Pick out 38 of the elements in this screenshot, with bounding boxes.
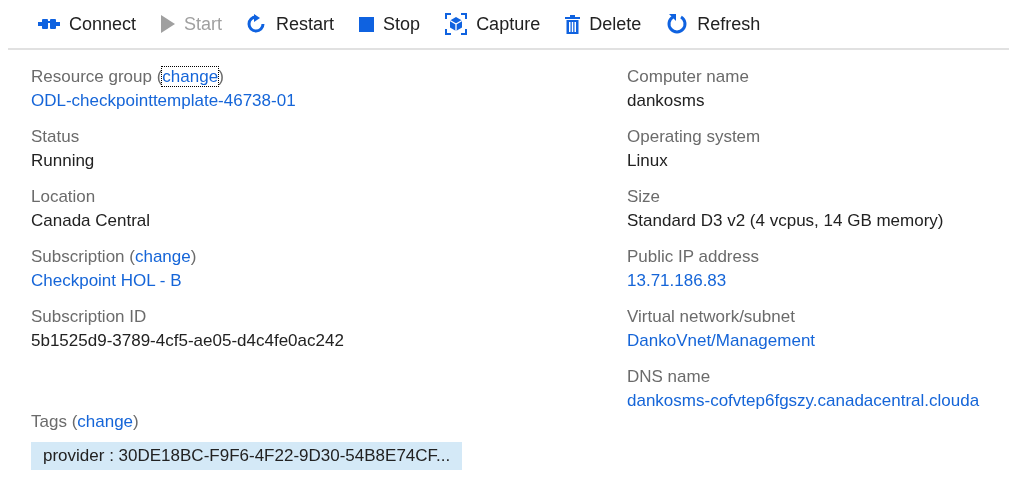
- restart-button[interactable]: Restart: [247, 13, 335, 35]
- play-icon: [161, 15, 176, 33]
- plug-icon: [38, 17, 60, 31]
- field-value: Linux: [627, 150, 668, 172]
- value-link[interactable]: dankosms-cofvtep6fgszy.canadacentral.clouda: [627, 389, 980, 413]
- field-label: Subscription ID: [31, 306, 147, 328]
- stop-icon: [359, 16, 375, 32]
- field-label: Location: [31, 186, 96, 208]
- change-link[interactable]: change: [134, 247, 191, 266]
- field-label: Status: [31, 126, 80, 148]
- field-label: Size: [627, 186, 661, 208]
- connect-button[interactable]: Connect: [38, 13, 137, 35]
- capture-button[interactable]: Capture: [445, 13, 541, 35]
- tag-chip[interactable]: provider : 30DE18BC-F9F6-4F22-9D30-54B8E74CF...: [31, 442, 463, 470]
- value-link[interactable]: ODL-checkpointtemplate-46738-01: [31, 89, 296, 113]
- field-value: 5b1525d9-3789-4cf5-ae05-d4c4fe0ac242: [31, 330, 344, 352]
- field-label: DNS name: [627, 366, 711, 388]
- value-link[interactable]: DankoVnet/Management: [627, 329, 816, 353]
- change-link[interactable]: change: [77, 412, 134, 431]
- tags-label: Tags (change): [31, 411, 139, 433]
- field-value: dankosms: [627, 90, 705, 112]
- field-value: Standard D3 v2 (4 vcpus, 14 GB memory): [627, 210, 944, 232]
- field-label: Operating system: [627, 126, 761, 148]
- field-value: Canada Central: [31, 210, 151, 232]
- change-link[interactable]: change: [162, 67, 219, 86]
- delete-button[interactable]: Delete: [565, 13, 642, 35]
- field-label: Computer name: [627, 66, 749, 88]
- capture-icon: [445, 13, 468, 35]
- refresh-button[interactable]: Refresh: [666, 13, 761, 35]
- refresh-icon: [666, 13, 689, 35]
- value-link[interactable]: Checkpoint HOL - B: [31, 269, 182, 293]
- stop-button[interactable]: Stop: [359, 13, 421, 35]
- field-label: Virtual network/subnet: [627, 306, 795, 328]
- value-link[interactable]: 13.71.186.83: [627, 269, 727, 293]
- field-label: Subscription (change): [31, 246, 197, 268]
- field-value: Running: [31, 150, 95, 172]
- field-label: Public IP address: [627, 246, 759, 268]
- trash-icon: [565, 14, 581, 34]
